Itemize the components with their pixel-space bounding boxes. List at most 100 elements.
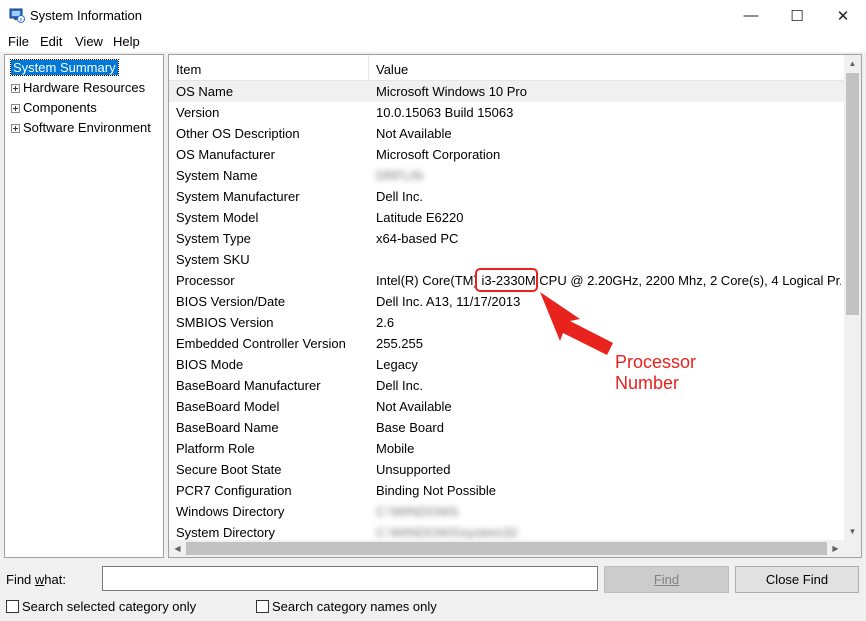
column-header-item[interactable]: Item [169, 55, 369, 80]
tree-item-components[interactable]: Components [11, 99, 97, 117]
menu-bar: File Edit View Help [0, 31, 866, 52]
row-value-cell: Not Available [376, 399, 452, 414]
search-selected-category-checkbox[interactable]: Search selected category only [6, 599, 196, 614]
table-row[interactable]: OS Manufacturer Microsoft Corporation [169, 144, 844, 165]
details-list: Item Value OS Name Microsoft Windows 10 P… [168, 54, 862, 558]
table-row[interactable]: System Name DRFLIN [169, 165, 844, 186]
row-value-cell: Latitude E6220 [376, 210, 464, 225]
row-item-cell: SMBIOS Version [176, 315, 274, 330]
row-item-cell: BIOS Version/Date [176, 294, 286, 309]
table-row[interactable]: BaseBoard Model Not Available [169, 396, 844, 417]
row-value-cell: Microsoft Windows 10 Pro [376, 84, 527, 99]
row-item-cell: BaseBoard Name [176, 420, 279, 435]
table-row[interactable]: SMBIOS Version 2.6 [169, 312, 844, 333]
table-row[interactable]: System Manufacturer Dell Inc. [169, 186, 844, 207]
table-row[interactable]: Secure Boot State Unsupported [169, 459, 844, 480]
row-item-cell: System Type [176, 231, 251, 246]
minimize-icon: — [743, 7, 759, 24]
scroll-down-arrow-icon[interactable]: ▼ [844, 523, 861, 540]
row-value-cell: Dell Inc. [376, 189, 423, 204]
row-value-cell: Not Available [376, 126, 452, 141]
row-item-cell: PCR7 Configuration [176, 483, 292, 498]
search-category-names-label: Search category names only [272, 599, 437, 614]
row-item-cell: System Model [176, 210, 259, 225]
table-row[interactable]: Embedded Controller Version 255.255 [169, 333, 844, 354]
callout-label: Processor Number [615, 352, 696, 394]
tree-item-software-environment[interactable]: Software Environment [11, 119, 151, 137]
list-header: Item Value [169, 55, 844, 81]
table-row[interactable]: System Model Latitude E6220 [169, 207, 844, 228]
scroll-right-arrow-icon[interactable]: ▶ [827, 540, 844, 557]
table-row[interactable]: PCR7 Configuration Binding Not Possible [169, 480, 844, 501]
vertical-scrollbar[interactable]: ▲ ▼ [844, 55, 861, 540]
expand-icon[interactable] [11, 104, 20, 113]
row-value-cell: Microsoft Corporation [376, 147, 501, 162]
tree-item-system-summary[interactable]: System Summary [10, 59, 119, 77]
system-information-app-icon [9, 8, 25, 23]
tree-item-label: Components [23, 100, 97, 115]
maximize-icon: ☐ [790, 7, 804, 25]
vertical-scroll-thumb[interactable] [846, 73, 859, 315]
row-item-cell: System Name [176, 168, 258, 183]
checkbox-icon[interactable] [256, 600, 269, 613]
processor-number-highlight-box [475, 268, 538, 292]
table-row[interactable]: Platform Role Mobile [169, 438, 844, 459]
scrollbar-corner [844, 540, 861, 557]
row-item-cell: BaseBoard Manufacturer [176, 378, 321, 393]
category-tree: System Summary Hardware Resources Compon… [4, 54, 164, 558]
table-row[interactable]: Version 10.0.15063 Build 15063 [169, 102, 844, 123]
table-row[interactable]: Other OS Description Not Available [169, 123, 844, 144]
row-item-cell: Other OS Description [176, 126, 300, 141]
row-item-cell: System Manufacturer [176, 189, 300, 204]
row-value-cell: DRFLIN [376, 168, 423, 183]
expand-icon[interactable] [11, 84, 20, 93]
row-item-cell: OS Manufacturer [176, 147, 275, 162]
row-value-cell: Mobile [376, 441, 415, 456]
table-row[interactable]: Windows Directory C:\WINDOWS [169, 501, 844, 522]
close-find-button[interactable]: Close Find [735, 566, 859, 593]
table-row[interactable]: BIOS Mode Legacy [169, 354, 844, 375]
table-row[interactable]: OS Name Microsoft Windows 10 Pro [169, 81, 844, 102]
title-bar: System Information — ☐ ✕ [0, 0, 866, 31]
tree-item-label: System Summary [10, 59, 119, 76]
callout-label-line2: Number [615, 373, 680, 393]
minimize-button[interactable]: — [728, 0, 774, 31]
row-item-cell: Version [176, 105, 220, 120]
menu-file[interactable]: File [8, 34, 29, 49]
close-button[interactable]: ✕ [820, 0, 866, 31]
table-row[interactable]: BaseBoard Name Base Board [169, 417, 844, 438]
row-item-cell: BaseBoard Model [176, 399, 280, 414]
tree-item-label: Hardware Resources [23, 80, 146, 95]
row-value-cell: 10.0.15063 Build 15063 [376, 105, 514, 120]
menu-help[interactable]: Help [113, 34, 140, 49]
table-row[interactable]: BIOS Version/Date Dell Inc. A13, 11/17/20… [169, 291, 844, 312]
tree-item-hardware-resources[interactable]: Hardware Resources [11, 79, 145, 97]
tree-item-label: Software Environment [23, 120, 151, 135]
maximize-button[interactable]: ☐ [774, 0, 820, 31]
scroll-left-arrow-icon[interactable]: ◀ [169, 540, 186, 557]
table-row[interactable]: System SKU [169, 249, 844, 270]
row-item-cell: Platform Role [176, 441, 255, 456]
row-value-cell: x64-based PC [376, 231, 459, 246]
find-button-label: Find [653, 572, 680, 587]
find-button[interactable]: Find [604, 566, 729, 593]
table-row[interactable]: BaseBoard Manufacturer Dell Inc. [169, 375, 844, 396]
menu-edit[interactable]: Edit [40, 34, 62, 49]
find-what-input[interactable] [102, 566, 598, 591]
row-item-cell: BIOS Mode [176, 357, 244, 372]
scroll-up-arrow-icon[interactable]: ▲ [844, 55, 861, 72]
menu-view[interactable]: View [75, 34, 103, 49]
table-row[interactable]: System Type x64-based PC [169, 228, 844, 249]
list-rows: OS Name Microsoft Windows 10 Pro Version 10… [169, 81, 844, 543]
horizontal-scroll-thumb[interactable] [186, 542, 827, 555]
row-value-cell: Dell Inc. [376, 378, 423, 393]
checkbox-icon[interactable] [6, 600, 19, 613]
expand-icon[interactable] [11, 124, 20, 133]
horizontal-scrollbar[interactable]: ◀ ▶ [169, 540, 844, 557]
callout-label-line1: Processor [615, 352, 697, 372]
row-value-cell: Unsupported [376, 462, 451, 477]
column-header-value[interactable]: Value [369, 55, 844, 80]
window-title: System Information [30, 8, 142, 23]
search-category-names-checkbox[interactable]: Search category names only [256, 599, 437, 614]
row-item-cell: Windows Directory [176, 504, 285, 519]
